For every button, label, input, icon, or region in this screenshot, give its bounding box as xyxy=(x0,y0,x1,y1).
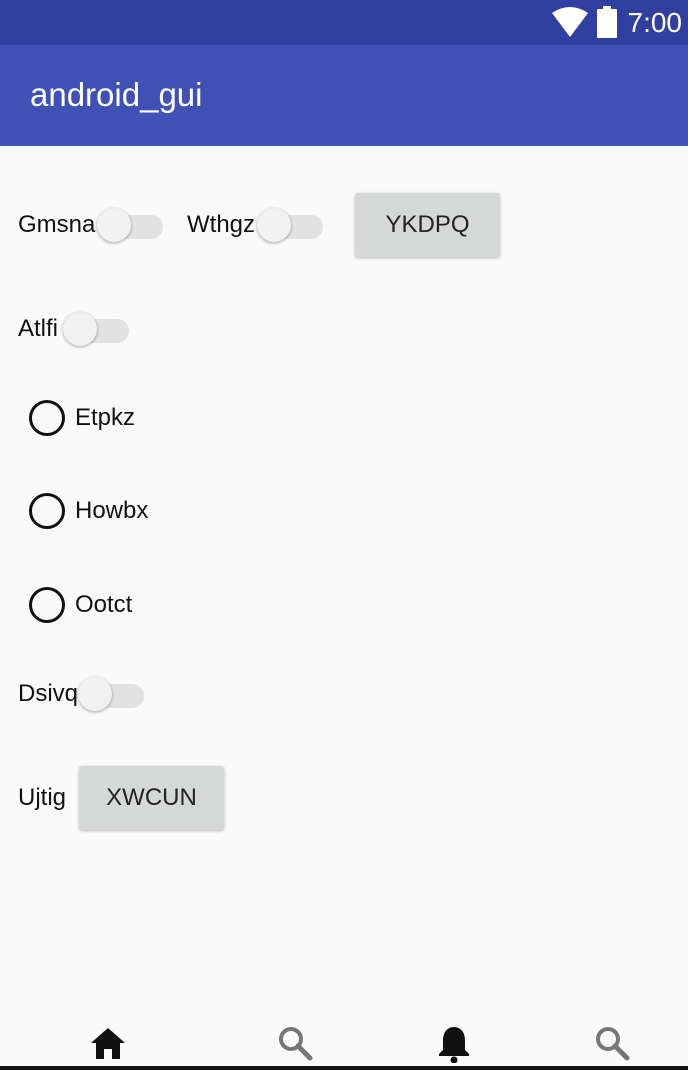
bottom-navigation xyxy=(0,1003,688,1070)
switch-wthgz[interactable] xyxy=(257,203,329,247)
switch-thumb xyxy=(78,677,112,711)
radio-howbx-label[interactable]: Howbx xyxy=(75,496,148,526)
bottom-divider xyxy=(0,1066,688,1070)
switch-wthgz-label: Wthgz xyxy=(187,211,256,238)
app-bar: android_gui xyxy=(0,45,688,146)
app-title: android_gui xyxy=(30,76,203,113)
switch-gmsna[interactable] xyxy=(97,203,169,247)
radio-etpkz-label[interactable]: Etpkz xyxy=(75,403,135,433)
home-icon[interactable] xyxy=(88,1023,128,1063)
radio-ootct[interactable] xyxy=(29,587,65,623)
ykdpq-button[interactable]: YKDPQ xyxy=(355,193,500,257)
switch-dsivq[interactable] xyxy=(78,672,150,716)
wifi-icon xyxy=(552,7,588,37)
status-time: 7:00 xyxy=(627,7,683,38)
switch-atlfi-label: Atlfi xyxy=(18,315,59,342)
switch-thumb xyxy=(97,208,131,242)
radio-ring xyxy=(29,493,65,529)
radio-etpkz[interactable] xyxy=(29,400,65,436)
search-icon[interactable] xyxy=(275,1023,315,1063)
radio-ring xyxy=(29,587,65,623)
xwcun-button[interactable]: XWCUN xyxy=(79,766,224,830)
radio-ootct-label[interactable]: Ootct xyxy=(75,590,132,620)
radio-ring xyxy=(29,400,65,436)
switch-dsivq-label: Dsivq xyxy=(18,680,79,707)
radio-howbx[interactable] xyxy=(29,493,65,529)
ujtig-label: Ujtig xyxy=(18,784,67,811)
switch-thumb xyxy=(257,208,291,242)
switch-gmsna-label: Gmsna xyxy=(18,211,96,238)
switch-atlfi[interactable] xyxy=(63,307,135,351)
bell-icon[interactable] xyxy=(434,1023,474,1063)
search-icon[interactable] xyxy=(592,1023,632,1063)
switch-thumb xyxy=(63,312,97,346)
status-bar: 7:00 xyxy=(0,0,688,45)
battery-icon xyxy=(597,6,617,38)
